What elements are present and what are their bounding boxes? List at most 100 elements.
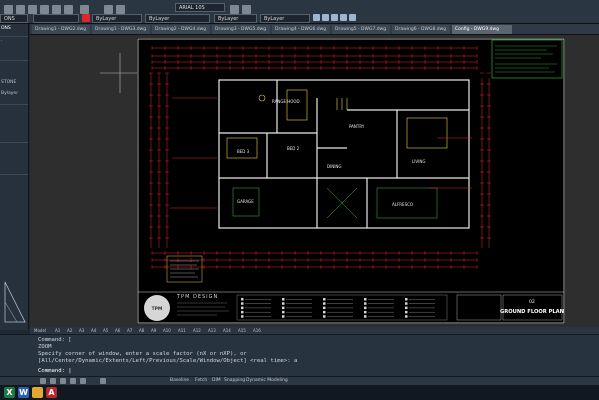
tab-layout[interactable]: A3 <box>79 327 84 334</box>
tab-model[interactable]: Model <box>34 327 46 334</box>
palette-header: ONS <box>1 26 11 31</box>
layout-tabs-bar: Model A1 A2 A3 A4 A5 A6 A7 A8 A9 A10 A11 A12 A13 A14 A1… <box>30 327 599 334</box>
tab-layout[interactable]: A4 <box>91 327 96 334</box>
room-label: BED 2 <box>287 146 300 151</box>
cursor-crosshair-icon <box>100 53 140 93</box>
divider <box>0 60 28 61</box>
tab-layout[interactable]: A16 <box>253 327 261 334</box>
tab-layout[interactable]: A9 <box>151 327 156 334</box>
lineweight-select[interactable]: ByLayer <box>214 14 257 23</box>
sheet-number: 02 <box>529 299 535 305</box>
status-item[interactable]: Baseline <box>170 378 189 383</box>
tab-layout[interactable]: A7 <box>127 327 132 334</box>
tab-layout[interactable]: A12 <box>193 327 201 334</box>
palette-item-stone: STONE <box>1 80 17 85</box>
command-line-window[interactable]: Command: [ ZOOM Specify corner of window… <box>0 334 599 376</box>
command-input[interactable]: Command: | <box>38 368 72 374</box>
tab-layout[interactable]: A10 <box>163 327 171 334</box>
orbit-icon[interactable] <box>340 14 347 21</box>
match-properties-icon[interactable] <box>104 5 113 14</box>
divider <box>0 36 28 37</box>
status-item[interactable]: Snapping <box>224 378 245 383</box>
room-label: PANTRY <box>349 124 365 129</box>
tab-active-drawing[interactable]: Config - DWG9.dwg <box>452 25 512 34</box>
ucs-icon <box>4 281 26 323</box>
new-file-icon[interactable] <box>4 5 13 14</box>
text-style-select[interactable]: ARIAL 10S <box>175 3 225 12</box>
zoom-icon[interactable] <box>331 14 338 21</box>
divider <box>0 104 28 105</box>
tab-drawing[interactable]: Drawing4 - DWG6.dwg <box>272 25 330 34</box>
status-item[interactable]: Dynamic Modeling <box>246 378 288 383</box>
tab-layout[interactable]: A15 <box>238 327 246 334</box>
tab-layout[interactable]: A13 <box>208 327 216 334</box>
pan-icon[interactable] <box>322 14 329 21</box>
tab-drawing[interactable]: Drawing5 - DWG7.dwg <box>332 25 390 34</box>
divider <box>0 174 28 175</box>
dimension-icon[interactable] <box>242 5 251 14</box>
status-item[interactable]: Fetch <box>195 378 207 383</box>
tab-layout[interactable]: A6 <box>115 327 120 334</box>
lineweight-toggle-icon[interactable] <box>100 378 106 384</box>
zoom-extents-icon[interactable] <box>349 14 356 21</box>
osnap-toggle-icon[interactable] <box>80 378 86 384</box>
linetype-select[interactable]: ByLayer <box>145 14 210 23</box>
command-history-line: Command: [ <box>38 337 72 343</box>
tab-layout[interactable]: A14 <box>223 327 231 334</box>
palette-item: · <box>1 39 3 44</box>
tab-layout[interactable]: A11 <box>178 327 186 334</box>
windows-taskbar: X W A <box>0 385 599 400</box>
status-bar: Baseline Fetch DIM Snapping Dynamic Mode… <box>0 376 599 385</box>
command-history-line: ZOOM <box>38 344 52 350</box>
workspace-select[interactable]: ONS <box>0 14 28 23</box>
tab-drawing[interactable]: Drawing1 - DWG2.dwg <box>32 25 90 34</box>
logo-text: TPM <box>152 306 163 312</box>
room-label: LIVING <box>412 159 425 164</box>
tab-drawing[interactable]: Drawing1 - DWG3.dwg <box>92 25 150 34</box>
undo-icon[interactable] <box>52 5 61 14</box>
tab-drawing[interactable]: Drawing6 - DWG8.dwg <box>392 25 450 34</box>
layer-properties-icon[interactable] <box>80 5 89 14</box>
tab-layout[interactable]: A8 <box>139 327 144 334</box>
room-label: ALFRESCO <box>392 202 413 207</box>
layout-sheet[interactable]: RANGE HOOD PANTRY BED 2 BED 3 LIVING DIN… <box>137 38 565 324</box>
autocad-icon[interactable]: A <box>46 387 57 398</box>
sheet-title: GROUND FLOOR PLAN <box>500 309 564 315</box>
file-explorer-icon[interactable] <box>32 387 43 398</box>
document-tabs: Drawing1 - DWG2.dwg Drawing1 - DWG3.dwg … <box>30 24 599 35</box>
plotstyle-select[interactable]: ByLayer <box>260 14 310 23</box>
top-toolbar: ARIAL 10S ONS ByLayer ByLayer ByLayer By… <box>0 0 599 24</box>
properties-palette[interactable]: ONS · STONE Bylayer <box>0 24 29 330</box>
tab-layout[interactable]: A2 <box>67 327 72 334</box>
palette-item-bylayer: Bylayer <box>1 91 19 96</box>
room-label: GARAGE <box>237 199 254 204</box>
layer-select[interactable] <box>33 14 79 23</box>
floor-plan-drawing: RANGE HOOD PANTRY BED 2 BED 3 LIVING DIN… <box>137 38 565 324</box>
company-name: TPM DESIGN <box>176 294 218 300</box>
microsoft-word-icon[interactable]: W <box>18 387 29 398</box>
print-icon[interactable] <box>40 5 49 14</box>
room-label: RANGE HOOD <box>272 99 300 104</box>
color-select[interactable]: ByLayer <box>92 14 142 23</box>
save-icon[interactable] <box>28 5 37 14</box>
open-file-icon[interactable] <box>16 5 25 14</box>
redo-icon[interactable] <box>64 5 73 14</box>
status-item[interactable]: DIM <box>212 378 221 383</box>
ortho-toggle-icon[interactable] <box>60 378 66 384</box>
command-history-line: [All/Center/Dynamic/Extents/Left/Previou… <box>38 358 298 364</box>
command-history-line: Specify corner of window, enter a scale … <box>38 351 247 357</box>
color-swatch-icon[interactable] <box>82 14 90 22</box>
tab-drawing[interactable]: Drawing3 - DWG5.dwg <box>212 25 270 34</box>
polar-toggle-icon[interactable] <box>70 378 76 384</box>
tab-layout[interactable]: A1 <box>55 327 60 334</box>
divider <box>0 142 28 143</box>
layer-state-icon[interactable] <box>116 5 125 14</box>
annotate-icon[interactable] <box>230 5 239 14</box>
tab-layout[interactable]: A5 <box>103 327 108 334</box>
room-label: BED 3 <box>237 149 250 154</box>
snap-toggle-icon[interactable] <box>50 378 56 384</box>
microsoft-excel-icon[interactable]: X <box>4 387 15 398</box>
view-icon[interactable] <box>313 14 320 21</box>
grid-toggle-icon[interactable] <box>40 378 46 384</box>
tab-drawing[interactable]: Drawing2 - DWG4.dwg <box>152 25 210 34</box>
